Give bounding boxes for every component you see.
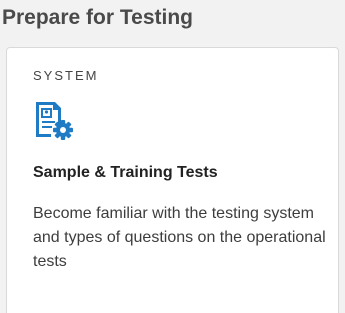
sample-training-tests-card[interactable]: SYSTEM Sample & Training Tests Become fa… xyxy=(6,47,339,313)
document-gear-icon xyxy=(33,100,75,142)
panel-title: Prepare for Testing xyxy=(2,6,193,29)
prepare-for-testing-panel: Prepare for Testing SYSTEM Sample & Trai… xyxy=(0,0,345,313)
card-heading: Sample & Training Tests xyxy=(33,164,218,181)
card-category: SYSTEM xyxy=(33,68,99,83)
card-description: Become familiar with the testing system … xyxy=(33,205,326,270)
